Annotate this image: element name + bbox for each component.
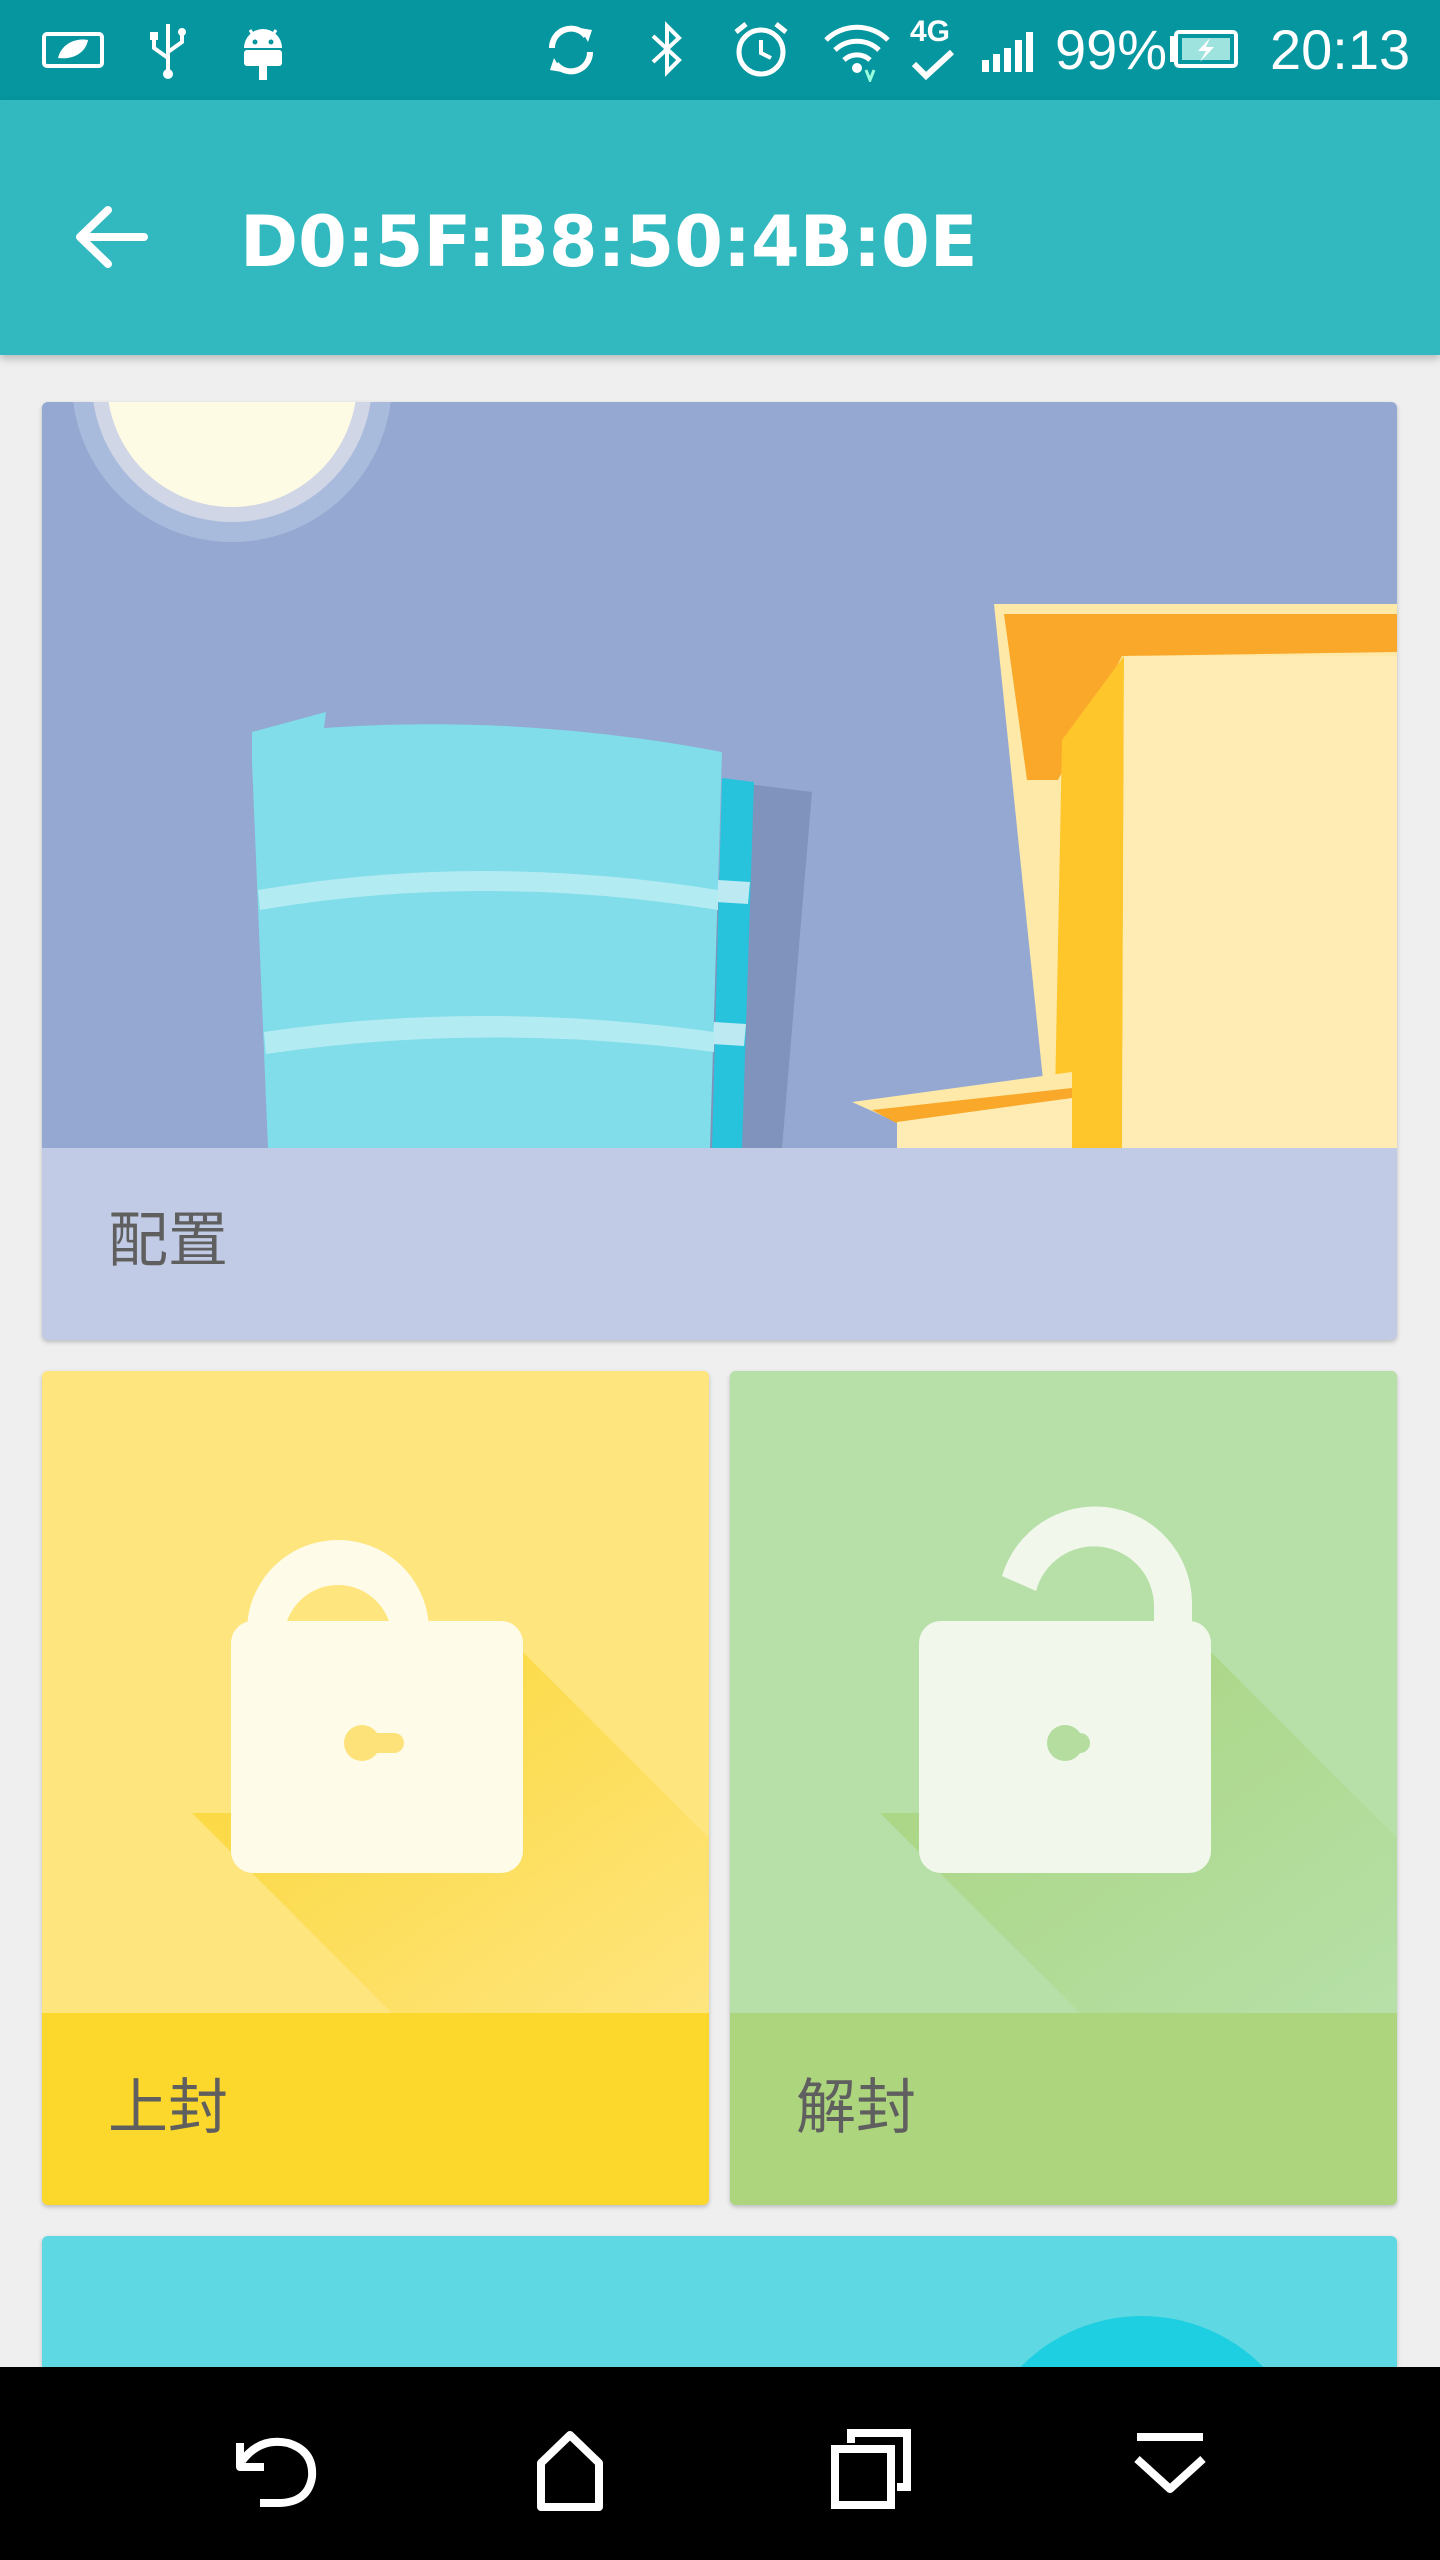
unlock-card-label: 解封 xyxy=(796,2073,916,2143)
wifi-icon xyxy=(824,24,890,82)
usb-icon xyxy=(150,24,186,79)
bluetooth-icon xyxy=(651,21,682,77)
status-bar: 4G 99% 20:13 xyxy=(0,0,1440,100)
power-saver-icon xyxy=(42,32,104,68)
alarm-icon xyxy=(734,22,788,77)
hide-nav-icon[interactable] xyxy=(1115,2423,1225,2513)
unlock-illustration xyxy=(730,1371,1397,2013)
recents-icon[interactable] xyxy=(815,2423,925,2513)
home-icon[interactable] xyxy=(515,2423,625,2513)
sync-icon xyxy=(548,25,594,75)
config-card-label: 配置 xyxy=(108,1206,228,1276)
back-icon[interactable] xyxy=(220,2423,330,2513)
page-title: D0:5F:B8:50:4B:0E xyxy=(240,201,978,283)
battery-percent: 99% xyxy=(1055,18,1168,81)
lock-card[interactable]: 上封 xyxy=(42,1371,709,2205)
config-card[interactable]: 配置 xyxy=(42,402,1397,1340)
signal-icon xyxy=(982,32,1033,72)
nav-bar xyxy=(0,2367,1440,2560)
unlock-card[interactable]: 解封 xyxy=(730,1371,1397,2205)
arrow-left-icon xyxy=(76,206,148,268)
battery-charging-icon xyxy=(1170,30,1238,68)
back-button[interactable] xyxy=(60,190,160,290)
lock-illustration xyxy=(42,1371,709,2013)
config-illustration xyxy=(42,402,1397,1148)
mobile-data-icon: 4G xyxy=(908,16,958,84)
clock: 20:13 xyxy=(1270,18,1411,81)
app-bar: D0:5F:B8:50:4B:0E xyxy=(0,100,1440,355)
android-debug-icon xyxy=(244,29,282,80)
lock-card-label: 上封 xyxy=(108,2073,228,2143)
